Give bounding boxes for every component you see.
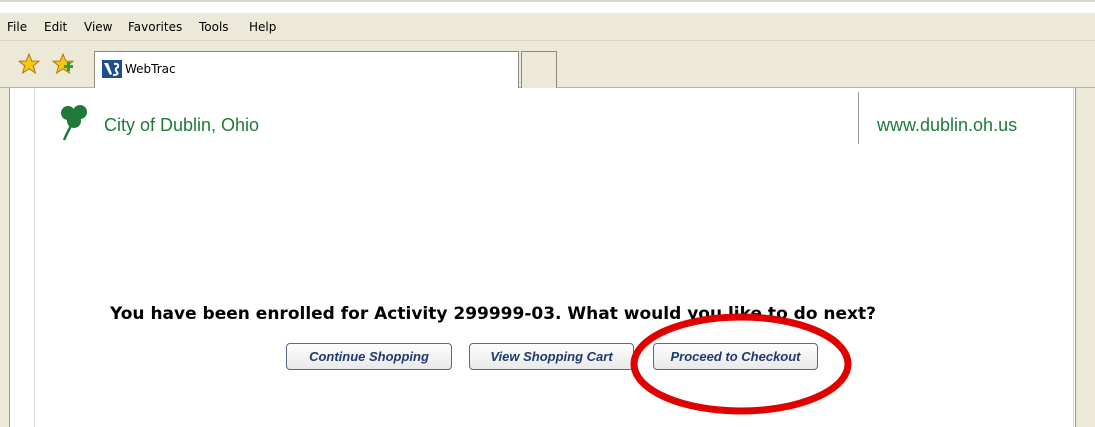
city-name: City of Dublin, Ohio	[104, 115, 260, 135]
menu-file[interactable]: File	[7, 20, 27, 34]
page-border-right	[1073, 88, 1074, 427]
favorites-star-icon[interactable]	[18, 53, 40, 75]
menu-bar: File Edit View Favorites Tools Help	[0, 13, 1095, 41]
enrollment-message: You have been enrolled for Activity 2999…	[110, 304, 877, 324]
window-edge	[0, 0, 1095, 2]
proceed-to-checkout-button[interactable]: Proceed to Checkout	[653, 343, 818, 370]
tab-title: WebTrac	[125, 62, 176, 76]
menu-view[interactable]: View	[84, 20, 112, 34]
view-shopping-cart-button[interactable]: View Shopping Cart	[469, 343, 634, 370]
menu-tools[interactable]: Tools	[199, 20, 229, 34]
header-divider	[858, 92, 859, 144]
window-top-strip	[0, 0, 1095, 13]
continue-shopping-button[interactable]: Continue Shopping	[286, 343, 452, 370]
menu-favorites[interactable]: Favorites	[128, 20, 182, 34]
page-border-left	[34, 88, 35, 427]
webtrac-logo-icon	[102, 60, 122, 78]
menu-help[interactable]: Help	[249, 20, 276, 34]
add-favorite-star-icon[interactable]	[52, 53, 74, 75]
new-tab-button[interactable]	[521, 51, 557, 88]
window-frame-left	[0, 88, 10, 427]
tab-toolbar: WebTrac	[0, 41, 1095, 88]
window-frame-right	[1075, 88, 1095, 427]
browser-tab-webtrac[interactable]: WebTrac	[94, 51, 519, 88]
site-url-link[interactable]: www.dublin.oh.us	[877, 115, 1017, 136]
menu-edit[interactable]: Edit	[44, 20, 67, 34]
page-content	[0, 88, 1095, 427]
shamrock-icon	[61, 105, 87, 141]
